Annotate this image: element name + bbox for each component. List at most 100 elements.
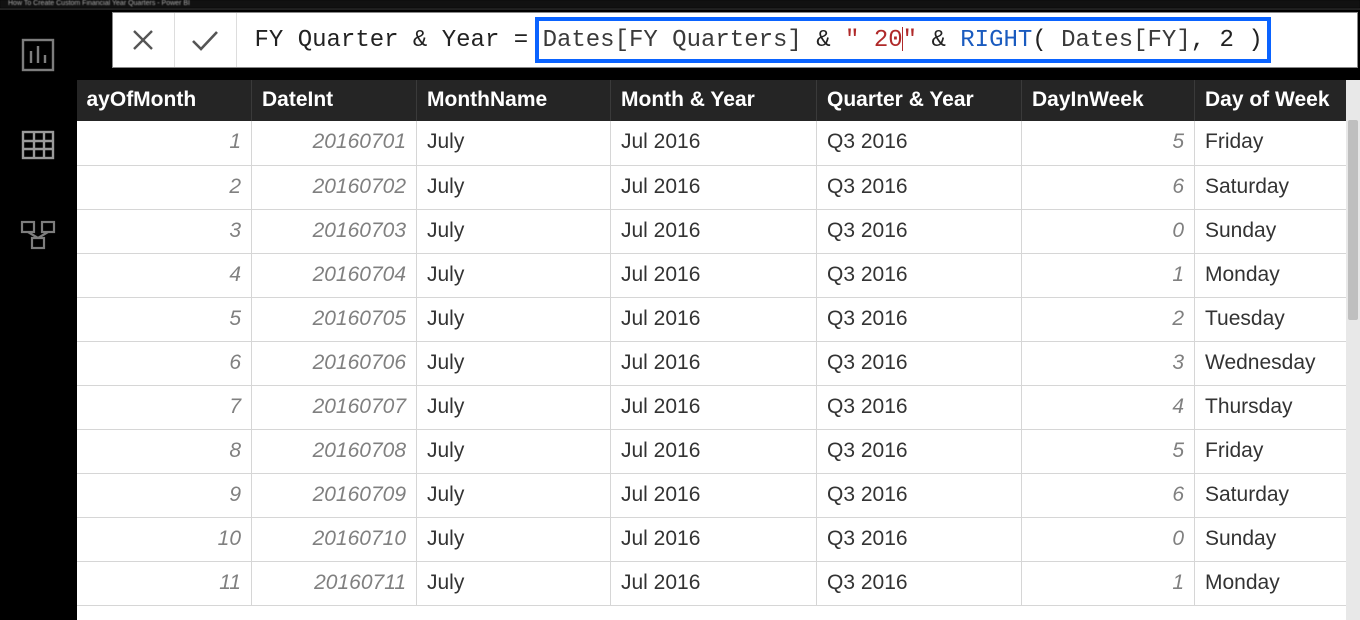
cell-day-of-month[interactable]: 5 [77,297,252,341]
cell-day-of-month[interactable]: 9 [77,473,252,517]
cell-quarter-year[interactable]: Q3 2016 [817,209,1022,253]
cell-day-of-week[interactable]: Saturday [1195,165,1360,209]
table-row[interactable]: 920160709JulyJul 2016Q3 20166Saturday [77,473,1360,517]
cell-month-year[interactable]: Jul 2016 [611,385,817,429]
cell-date-int[interactable]: 20160701 [252,121,417,165]
cell-day-in-week[interactable]: 4 [1022,385,1195,429]
table-row[interactable]: 1120160711JulyJul 2016Q3 20161Monday [77,561,1360,605]
cell-month-name[interactable]: July [417,429,611,473]
cell-date-int[interactable]: 20160704 [252,253,417,297]
cell-day-of-month[interactable]: 8 [77,429,252,473]
cell-quarter-year[interactable]: Q3 2016 [817,473,1022,517]
table-row[interactable]: 120160701JulyJul 2016Q3 20165Friday [77,121,1360,165]
cell-day-of-month[interactable]: 7 [77,385,252,429]
cell-day-of-month[interactable]: 2 [77,165,252,209]
cell-month-year[interactable]: Jul 2016 [611,341,817,385]
cell-month-name[interactable]: July [417,517,611,561]
cell-month-year[interactable]: Jul 2016 [611,121,817,165]
report-view-icon[interactable] [18,35,58,75]
cell-day-of-week[interactable]: Friday [1195,429,1360,473]
cell-day-in-week[interactable]: 5 [1022,121,1195,165]
cell-month-name[interactable]: July [417,561,611,605]
model-view-icon[interactable] [18,215,58,255]
formula-commit-button[interactable] [175,13,237,67]
table-row[interactable]: 720160707JulyJul 2016Q3 20164Thursday [77,385,1360,429]
cell-day-of-week[interactable]: Thursday [1195,385,1360,429]
column-header-date-int[interactable]: DateInt [252,80,417,121]
cell-month-name[interactable]: July [417,473,611,517]
cell-month-name[interactable]: July [417,253,611,297]
cell-month-year[interactable]: Jul 2016 [611,561,817,605]
cell-day-in-week[interactable]: 3 [1022,341,1195,385]
cell-day-in-week[interactable]: 2 [1022,297,1195,341]
vertical-scrollbar[interactable] [1346,80,1360,620]
table-row[interactable]: 620160706JulyJul 2016Q3 20163Wednesday [77,341,1360,385]
cell-date-int[interactable]: 20160709 [252,473,417,517]
cell-day-of-week[interactable]: Wednesday [1195,341,1360,385]
cell-month-name[interactable]: July [417,297,611,341]
cell-day-of-month[interactable]: 1 [77,121,252,165]
formula-cancel-button[interactable] [113,13,175,67]
cell-quarter-year[interactable]: Q3 2016 [817,429,1022,473]
cell-month-name[interactable]: July [417,341,611,385]
cell-month-name[interactable]: July [417,121,611,165]
cell-date-int[interactable]: 20160707 [252,385,417,429]
cell-date-int[interactable]: 20160708 [252,429,417,473]
cell-month-name[interactable]: July [417,165,611,209]
cell-date-int[interactable]: 20160703 [252,209,417,253]
table-row[interactable]: 820160708JulyJul 2016Q3 20165Friday [77,429,1360,473]
cell-month-year[interactable]: Jul 2016 [611,165,817,209]
cell-month-name[interactable]: July [417,385,611,429]
cell-month-year[interactable]: Jul 2016 [611,429,817,473]
column-header-month-name[interactable]: MonthName [417,80,611,121]
data-view-icon[interactable] [18,125,58,165]
cell-month-name[interactable]: July [417,209,611,253]
cell-quarter-year[interactable]: Q3 2016 [817,121,1022,165]
cell-date-int[interactable]: 20160711 [252,561,417,605]
cell-date-int[interactable]: 20160702 [252,165,417,209]
cell-day-of-month[interactable]: 4 [77,253,252,297]
cell-quarter-year[interactable]: Q3 2016 [817,165,1022,209]
cell-day-of-week[interactable]: Monday [1195,253,1360,297]
cell-quarter-year[interactable]: Q3 2016 [817,385,1022,429]
cell-day-of-month[interactable]: 3 [77,209,252,253]
column-header-quarter-year[interactable]: Quarter & Year [817,80,1022,121]
cell-quarter-year[interactable]: Q3 2016 [817,253,1022,297]
table-row[interactable]: 220160702JulyJul 2016Q3 20166Saturday [77,165,1360,209]
scrollbar-thumb[interactable] [1348,120,1358,320]
cell-day-in-week[interactable]: 5 [1022,429,1195,473]
cell-day-in-week[interactable]: 6 [1022,165,1195,209]
cell-day-in-week[interactable]: 1 [1022,561,1195,605]
column-header-day-of-month[interactable]: ayOfMonth [77,80,252,121]
cell-quarter-year[interactable]: Q3 2016 [817,341,1022,385]
column-header-month-year[interactable]: Month & Year [611,80,817,121]
cell-day-in-week[interactable]: 0 [1022,209,1195,253]
cell-date-int[interactable]: 20160710 [252,517,417,561]
cell-day-in-week[interactable]: 6 [1022,473,1195,517]
cell-date-int[interactable]: 20160705 [252,297,417,341]
cell-date-int[interactable]: 20160706 [252,341,417,385]
table-row[interactable]: 320160703JulyJul 2016Q3 20160Sunday [77,209,1360,253]
table-row[interactable]: 420160704JulyJul 2016Q3 20161Monday [77,253,1360,297]
cell-day-of-week[interactable]: Saturday [1195,473,1360,517]
data-grid[interactable]: ayOfMonthDateIntMonthNameMonth & YearQua… [77,80,1360,606]
column-header-day-in-week[interactable]: DayInWeek [1022,80,1195,121]
cell-day-of-week[interactable]: Friday [1195,121,1360,165]
table-row[interactable]: 1020160710JulyJul 2016Q3 20160Sunday [77,517,1360,561]
cell-day-of-week[interactable]: Tuesday [1195,297,1360,341]
cell-quarter-year[interactable]: Q3 2016 [817,517,1022,561]
table-row[interactable]: 520160705JulyJul 2016Q3 20162Tuesday [77,297,1360,341]
cell-quarter-year[interactable]: Q3 2016 [817,561,1022,605]
cell-day-of-month[interactable]: 6 [77,341,252,385]
cell-month-year[interactable]: Jul 2016 [611,253,817,297]
formula-input[interactable]: FY Quarter & Year = Dates[FY Quarters] &… [237,13,1358,67]
cell-day-of-week[interactable]: Monday [1195,561,1360,605]
cell-month-year[interactable]: Jul 2016 [611,209,817,253]
cell-day-of-week[interactable]: Sunday [1195,209,1360,253]
cell-month-year[interactable]: Jul 2016 [611,297,817,341]
cell-day-of-week[interactable]: Sunday [1195,517,1360,561]
cell-day-in-week[interactable]: 1 [1022,253,1195,297]
cell-day-of-month[interactable]: 10 [77,517,252,561]
cell-quarter-year[interactable]: Q3 2016 [817,297,1022,341]
cell-day-in-week[interactable]: 0 [1022,517,1195,561]
